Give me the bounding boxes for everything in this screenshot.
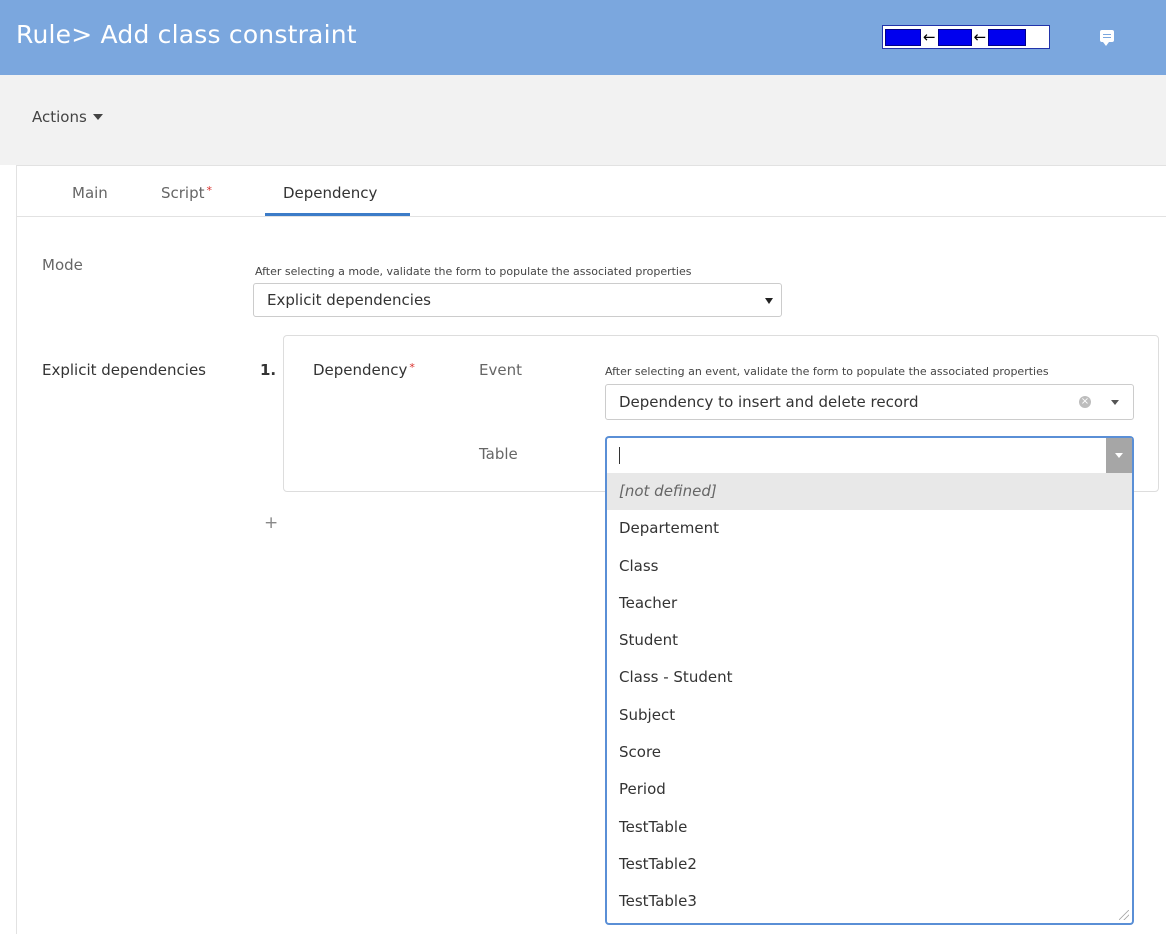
list-item[interactable]: Departement [607,510,1132,547]
mode-label: Mode [42,256,83,274]
table-search-input[interactable] [605,436,1134,474]
mode-select[interactable]: Explicit dependencies [253,283,782,317]
actions-label: Actions [32,108,87,126]
breadcrumb-block[interactable] [885,28,921,46]
table-dropdown-list[interactable]: [not defined] Departement Class Teacher … [605,473,1134,925]
left-arrow-icon: ← [973,28,987,46]
tab-bar: Main Script * Dependency [17,166,1166,217]
dependency-label-text: Dependency [313,361,408,379]
tab-label: Script [161,184,205,202]
caret-down-icon [92,114,103,120]
dropdown-arrow-icon [765,298,773,304]
form-panel: Main Script * Dependency Mode After selec… [16,165,1166,934]
dropdown-toggle-button[interactable] [1106,438,1132,473]
active-tab-indicator [265,213,410,216]
required-mark: * [206,184,213,197]
breadcrumb-block[interactable] [937,28,972,46]
dependency-label: Dependency * [313,361,415,379]
explicit-dependencies-label: Explicit dependencies [42,361,206,379]
breadcrumb-navigator[interactable]: ← ← [882,25,1050,49]
required-mark: * [409,361,415,374]
left-arrow-icon: ← [923,28,936,46]
mode-select-value: Explicit dependencies [267,291,431,309]
header-bar: Rule> Add class constraint ← ← [0,0,1166,75]
tab-label: Dependency [283,184,378,202]
list-item[interactable]: Score [607,734,1132,771]
dependency-index: 1. [260,361,277,379]
list-item[interactable]: Teacher [607,585,1132,622]
list-item[interactable]: Period [607,771,1132,808]
page-title: Rule> Add class constraint [16,20,357,49]
mode-hint: After selecting a mode, validate the for… [255,265,692,278]
list-item[interactable]: [not defined] [607,473,1132,511]
event-select[interactable]: Dependency to insert and delete record × [605,384,1134,420]
tab-script[interactable]: Script * [161,184,212,202]
actions-menu-button[interactable]: Actions [32,108,103,126]
clear-icon[interactable]: × [1079,396,1091,408]
list-item[interactable]: Student [607,622,1132,659]
list-item[interactable]: TestTable3 [607,883,1132,920]
add-dependency-button[interactable]: + [264,513,278,533]
table-label: Table [479,445,518,463]
tab-label: Main [72,184,108,202]
event-hint: After selecting an event, validate the f… [605,365,1049,378]
dropdown-arrow-icon [1111,400,1119,405]
actions-bar: Actions [0,75,1166,165]
breadcrumb-block[interactable] [988,28,1027,46]
tab-main[interactable]: Main [72,184,108,202]
tab-dependency[interactable]: Dependency [283,184,377,202]
list-item[interactable]: Class [607,548,1132,585]
event-select-value: Dependency to insert and delete record [619,393,919,411]
list-item[interactable]: Class - Student [607,659,1132,696]
chat-icon[interactable] [1100,30,1114,46]
text-cursor [619,447,620,464]
event-label: Event [479,361,522,379]
list-item[interactable]: TestTable [607,809,1132,846]
list-item[interactable]: TestTable2 [607,846,1132,883]
list-item[interactable]: Subject [607,697,1132,734]
resize-grip-icon[interactable] [1119,910,1129,920]
